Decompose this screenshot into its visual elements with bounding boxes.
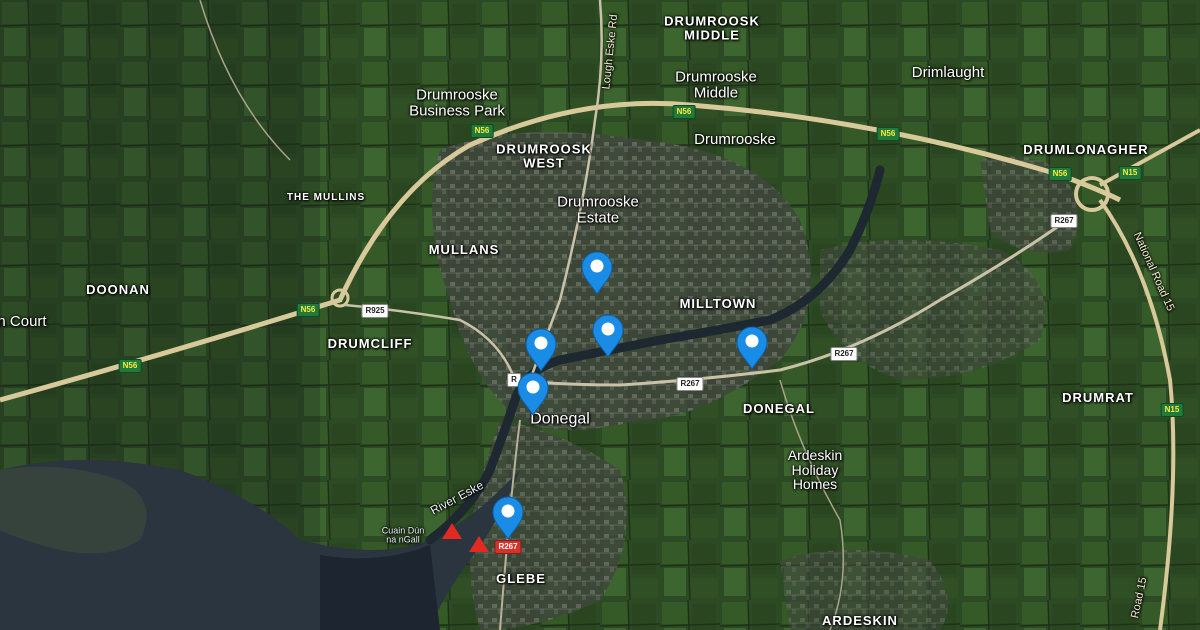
area-label-drumrooske: Drumrooske [694, 131, 776, 149]
road-shield-r267-alert: R267 [494, 540, 522, 554]
area-label-glebe: GLEBE [496, 571, 546, 587]
map-pin-icon [581, 251, 613, 295]
road-shield-r925: R925 [361, 304, 389, 318]
road-shield-n56: N56 [876, 127, 900, 141]
road-shield-n56: N56 [672, 105, 696, 119]
area-label-milltown: MILLTOWN [679, 296, 757, 312]
road-shield-n56: N56 [470, 124, 494, 138]
area-label-drumroosk-middle: DRUMROOSK MIDDLE [664, 13, 760, 42]
location-marker-pin[interactable] [516, 372, 550, 416]
area-label-drumlonagher: DRUMLONAGHER [1023, 142, 1149, 158]
area-label-ardeskin: ARDESKIN [822, 613, 898, 629]
area-label-doonan: DOONAN [86, 282, 150, 298]
location-marker-pin[interactable] [580, 251, 614, 295]
area-label-the-mullins: THE MULLINS [286, 191, 366, 203]
warning-triangle-icon[interactable] [441, 522, 463, 540]
water-label-cuain: Cuain Dún na nGall [381, 525, 425, 545]
location-marker-pin[interactable] [491, 496, 525, 540]
area-label-drumrooske-estate: Drumrooske Estate [557, 193, 639, 226]
location-marker-pin[interactable] [735, 326, 769, 370]
map-pin-icon [736, 326, 768, 370]
area-label-drumrat: DRUMRAT [1062, 390, 1134, 406]
road-shield-r267: R267 [830, 347, 858, 361]
area-label-drumrooske-business-park: Drumrooske Business Park [409, 86, 505, 119]
map-pin-icon [492, 496, 524, 540]
road-shield-n15: N15 [1118, 166, 1142, 180]
area-label-donegal: DONEGAL [743, 401, 815, 417]
road-shield-n56: N56 [118, 359, 142, 373]
map-pin-icon [592, 314, 624, 358]
road-shield-n56: N56 [296, 303, 320, 317]
map-pin-icon [525, 328, 557, 372]
map-canvas[interactable]: DRUMROOSK MIDDLE Drumrooske Middle Driml… [0, 0, 1200, 630]
road-shield-r267: R267 [1050, 214, 1078, 228]
location-marker-pin[interactable] [524, 328, 558, 372]
area-label-drimlaught: Drimlaught [911, 64, 985, 82]
area-label-ardeskin-holiday-homes: Ardeskin Holiday Homes [787, 446, 843, 493]
map-pin-icon [517, 372, 549, 416]
area-label-mullans: MULLANS [428, 242, 500, 258]
area-label-drumrooske-middle: Drumrooske Middle [675, 68, 757, 101]
road-shield-r267: R267 [676, 377, 704, 391]
warning-triangle-icon[interactable] [468, 535, 490, 553]
road-shield-n56: N56 [1048, 167, 1072, 181]
location-marker-pin[interactable] [591, 314, 625, 358]
road-shield-n15: N15 [1160, 403, 1184, 417]
area-label-drumroosk-west: DRUMROOSK WEST [496, 141, 592, 170]
area-label-drumcliff: DRUMCLIFF [327, 336, 413, 352]
area-label-court: n Court [0, 313, 47, 331]
